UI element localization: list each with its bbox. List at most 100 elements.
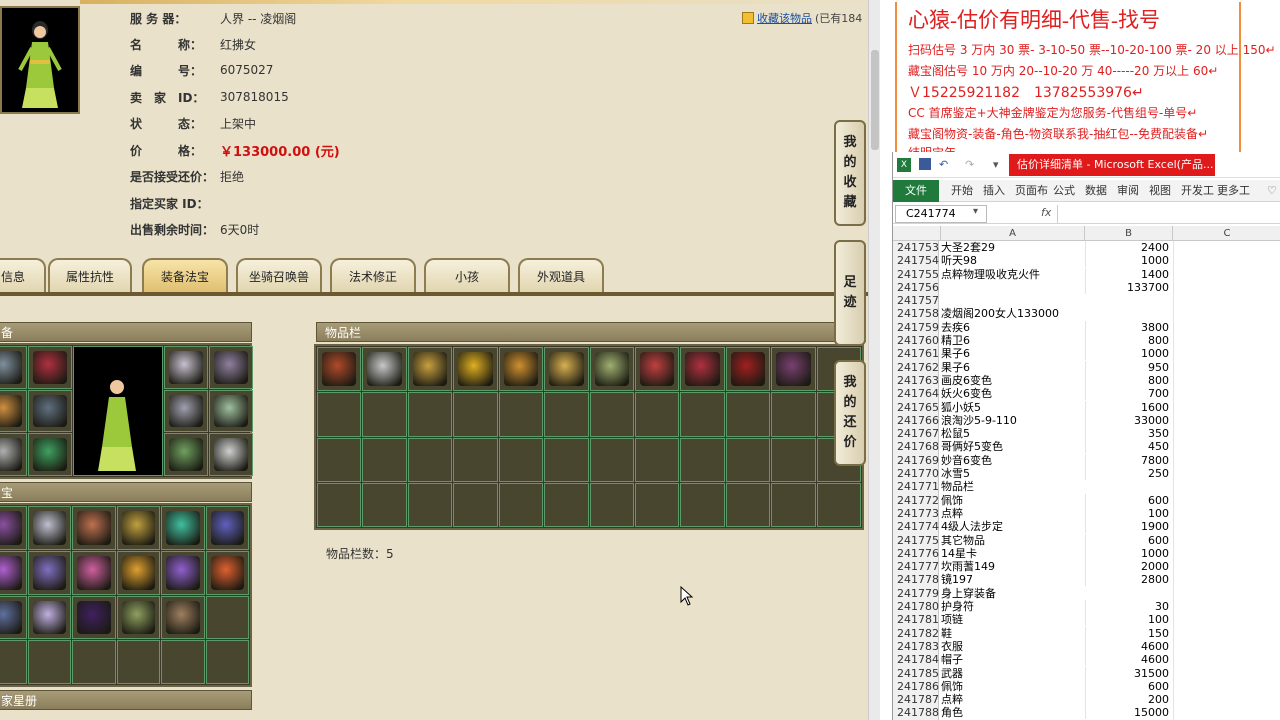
cell-a[interactable]: 点粹 (941, 693, 1085, 706)
cell-b[interactable]: 33000 (1085, 413, 1173, 427)
ribbon-tab-more[interactable]: 更多工 (1213, 180, 1254, 202)
item-slot[interactable] (116, 640, 160, 684)
item-slot[interactable] (161, 595, 205, 640)
tab-mounts[interactable]: 坐骑召唤兽 (236, 258, 322, 292)
cell-a[interactable]: 角色 (941, 706, 1085, 719)
sheet-row[interactable]: 241758 凌烟阁200女人133000 (893, 307, 1280, 321)
item-slot[interactable] (72, 595, 116, 640)
row-number[interactable]: 241773 (893, 506, 939, 521)
page-scrollbar[interactable] (868, 0, 880, 720)
item-slot[interactable] (589, 392, 634, 437)
ribbon-tab-data[interactable]: 数据 (1081, 180, 1111, 202)
cell-a[interactable]: 帽子 (941, 653, 1085, 666)
cell-b[interactable]: 4600 (1085, 653, 1173, 667)
column-header-a[interactable]: A (941, 226, 1085, 241)
row-number[interactable]: 241753 (893, 241, 939, 255)
cell-c[interactable] (1173, 254, 1280, 268)
cell-a[interactable]: 镜197 (941, 573, 1085, 586)
qat-dropdown-icon[interactable]: ▾ (993, 158, 999, 172)
item-slot[interactable] (589, 347, 634, 392)
row-number[interactable]: 241786 (893, 679, 939, 694)
equipment-slot[interactable] (209, 433, 253, 476)
row-number[interactable]: 241775 (893, 533, 939, 547)
row-number[interactable]: 241756 (893, 280, 939, 295)
row-number[interactable]: 241767 (893, 427, 939, 441)
tab-info[interactable]: 信息 (0, 258, 46, 292)
cell-c[interactable] (1173, 294, 1280, 308)
cell-b[interactable]: 15000 (1085, 706, 1173, 720)
tab-child[interactable]: 小孩 (424, 258, 510, 292)
item-slot[interactable] (453, 347, 498, 392)
cell-a[interactable]: 凌烟阁200女人133000 (941, 307, 1085, 320)
cell-a[interactable]: 冰雪5 (941, 467, 1085, 480)
item-slot[interactable] (771, 347, 816, 392)
row-number[interactable]: 241782 (893, 626, 939, 640)
ribbon-tab-developer[interactable]: 开发工 (1177, 180, 1218, 202)
sheet-row[interactable]: 241755 点粹物理吸收克火件 1400 (893, 267, 1280, 281)
item-slot[interactable] (498, 482, 544, 527)
ribbon-tab-file[interactable]: 文件 (893, 180, 939, 202)
cell-a[interactable]: 武器 (941, 667, 1085, 680)
page-scrollbar-thumb[interactable] (871, 50, 879, 150)
row-number[interactable]: 241761 (893, 347, 939, 361)
ribbon-tab-formulas[interactable]: 公式 (1049, 180, 1079, 202)
my-counter-offers-button[interactable]: 我 的 还 价 (834, 360, 866, 466)
item-slot[interactable] (498, 437, 544, 482)
sheet-row[interactable]: 241782 鞋 150 (893, 626, 1280, 640)
row-number[interactable]: 241784 (893, 653, 939, 667)
cell-b[interactable]: 800 (1085, 334, 1173, 348)
tab-equipment[interactable]: 装备法宝 (142, 258, 228, 292)
row-number[interactable]: 241769 (893, 453, 939, 468)
cell-c[interactable] (1173, 320, 1280, 335)
row-number[interactable]: 241766 (893, 413, 939, 428)
sheet-row[interactable]: 241757 (893, 294, 1280, 308)
item-slot[interactable] (0, 595, 27, 640)
item-slot[interactable] (771, 392, 816, 437)
cell-b[interactable]: 4600 (1085, 639, 1173, 653)
sheet-row[interactable]: 241761 果子6 1000 (893, 347, 1280, 361)
item-slot[interactable] (407, 437, 453, 482)
sheet-row[interactable]: 241769 妙音6变色 7800 (893, 453, 1280, 468)
cell-c[interactable] (1173, 520, 1280, 534)
cell-b[interactable]: 150 (1085, 626, 1173, 640)
item-slot[interactable] (72, 506, 116, 550)
cell-a[interactable]: 14星卡 (941, 547, 1085, 560)
equipment-slot[interactable] (164, 346, 208, 389)
cell-a[interactable]: 其它物品 (941, 534, 1085, 547)
item-slot[interactable] (317, 347, 362, 392)
cell-c[interactable] (1173, 373, 1280, 388)
cell-b[interactable]: 100 (1085, 613, 1173, 627)
cell-b[interactable]: 2400 (1085, 241, 1173, 254)
item-slot[interactable] (27, 640, 71, 684)
cell-c[interactable] (1173, 533, 1280, 547)
item-slot[interactable] (589, 437, 634, 482)
item-slot[interactable] (205, 550, 249, 595)
item-slot[interactable] (680, 482, 725, 527)
redo-icon[interactable]: ↷ (965, 158, 974, 172)
row-number[interactable]: 241771 (893, 480, 939, 494)
item-slot[interactable] (161, 506, 205, 550)
cell-c[interactable] (1173, 560, 1280, 574)
tab-attributes[interactable]: 属性抗性 (48, 258, 132, 292)
sheet-row[interactable]: 241756 133700 (893, 280, 1280, 295)
cell-a[interactable]: 物品栏 (941, 480, 1085, 493)
equipment-slot[interactable] (164, 433, 208, 476)
cell-c[interactable] (1173, 653, 1280, 667)
item-slot[interactable] (407, 482, 453, 527)
sheet-row[interactable]: 241788 角色 15000 (893, 706, 1280, 720)
item-slot[interactable] (544, 392, 589, 437)
cell-b[interactable]: 200 (1085, 693, 1173, 707)
item-slot[interactable] (680, 392, 725, 437)
row-number[interactable]: 241768 (893, 440, 939, 454)
sheet-row[interactable]: 241759 去疾6 3800 (893, 320, 1280, 335)
row-number[interactable]: 241779 (893, 586, 939, 601)
cell-c[interactable] (1173, 360, 1280, 374)
cell-c[interactable] (1173, 706, 1280, 720)
cell-c[interactable] (1173, 480, 1280, 494)
item-slot[interactable] (634, 392, 680, 437)
cell-b[interactable]: 1600 (1085, 400, 1173, 414)
cell-a[interactable]: 鞋 (941, 627, 1085, 640)
sheet-row[interactable]: 241760 精卫6 800 (893, 334, 1280, 348)
row-number[interactable]: 241754 (893, 254, 939, 268)
item-slot[interactable] (72, 640, 116, 684)
